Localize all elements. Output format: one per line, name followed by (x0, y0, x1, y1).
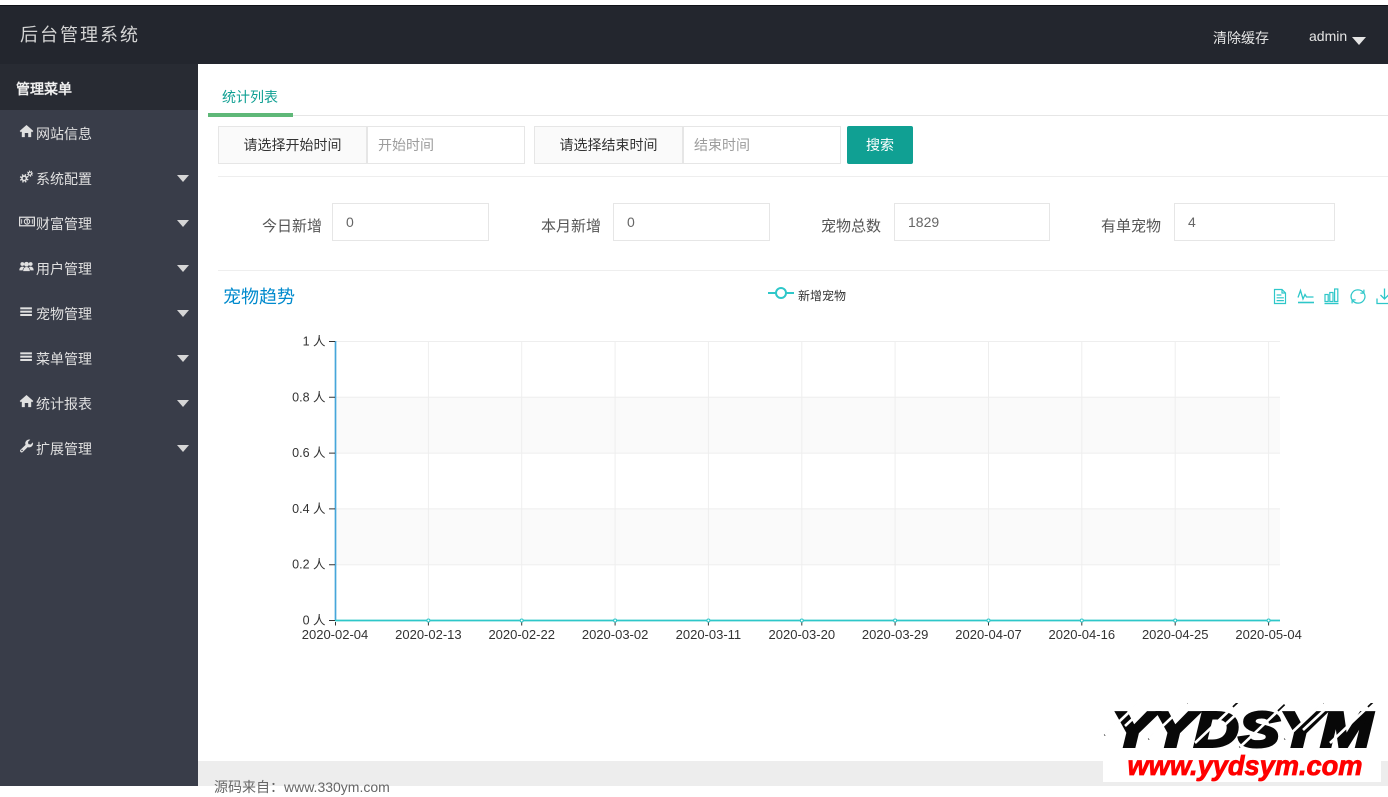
svg-text:0.2 人: 0.2 人 (292, 558, 326, 572)
svg-text:2020-02-04: 2020-02-04 (302, 627, 369, 642)
svg-text:0 人: 0 人 (303, 614, 326, 628)
svg-text:2020-03-20: 2020-03-20 (769, 627, 836, 642)
svg-text:2020-03-02: 2020-03-02 (582, 627, 649, 642)
svg-text:0.8 人: 0.8 人 (292, 390, 326, 404)
svg-text:1 人: 1 人 (303, 335, 326, 349)
svg-text:2020-04-16: 2020-04-16 (1049, 627, 1116, 642)
svg-text:2020-03-11: 2020-03-11 (676, 627, 742, 642)
svg-text:2020-04-25: 2020-04-25 (1142, 627, 1209, 642)
svg-text:0.4 人: 0.4 人 (292, 502, 326, 516)
svg-text:2020-04-07: 2020-04-07 (955, 627, 1022, 642)
svg-text:2020-05-04: 2020-05-04 (1235, 627, 1302, 642)
svg-text:2020-02-22: 2020-02-22 (488, 627, 555, 642)
svg-text:0.6 人: 0.6 人 (292, 446, 326, 460)
svg-text:2020-03-29: 2020-03-29 (862, 627, 929, 642)
svg-text:www.yydsym.com: www.yydsym.com (1128, 750, 1363, 781)
svg-text:2020-02-13: 2020-02-13 (395, 627, 462, 642)
